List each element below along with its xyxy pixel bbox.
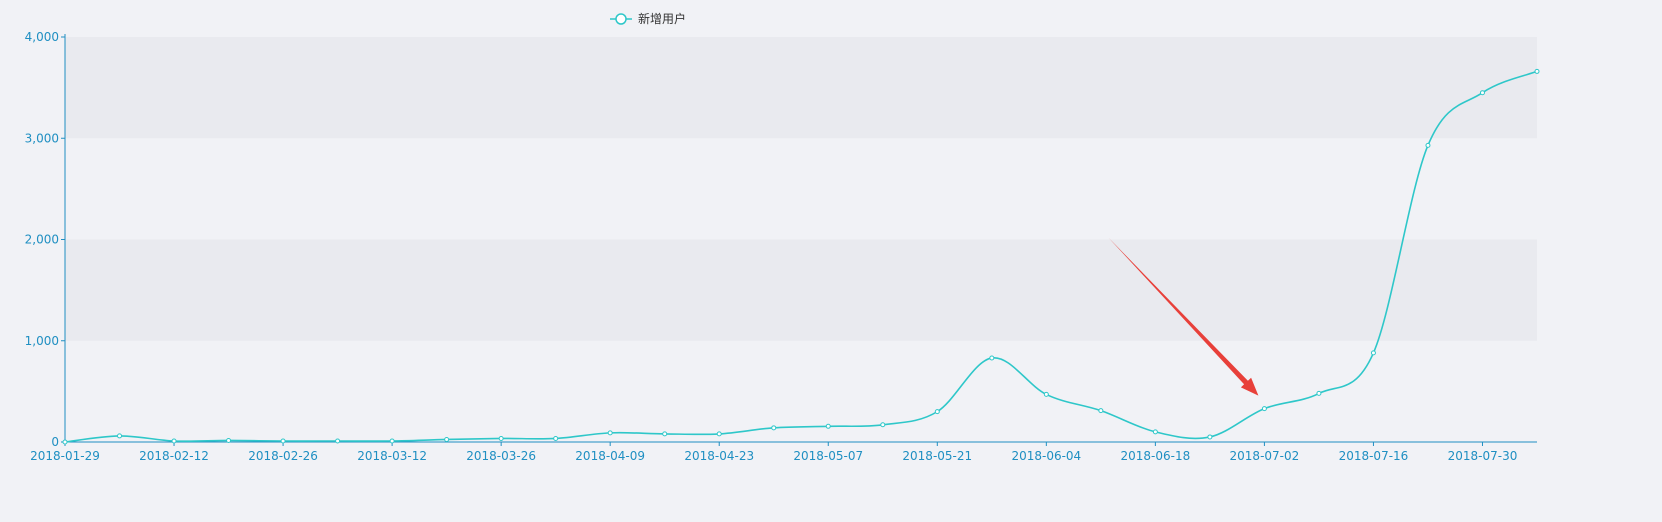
data-point [880,422,886,428]
legend[interactable]: 新增用户 [610,11,686,26]
data-point [1370,350,1376,356]
x-tick-label: 2018-07-30 [1448,449,1518,463]
data-point [989,355,995,361]
data-point [1316,390,1322,396]
y-axis-ticks: 0 1,000 2,000 3,000 4,000 [25,30,65,449]
legend-label: 新增用户 [638,11,686,26]
data-point [498,435,504,441]
x-tick-label: 2018-05-07 [793,449,863,463]
x-tick-label: 2018-03-12 [357,449,427,463]
y-tick-label: 0 [51,435,59,449]
data-point [280,438,286,444]
grid-band [65,138,1537,240]
grid-band [65,239,1537,341]
data-point [1152,429,1158,435]
x-tick-label: 2018-06-04 [1011,449,1081,463]
y-tick-label: 1,000 [25,334,59,348]
data-point [1043,391,1049,397]
data-point [62,439,68,445]
x-axis-ticks: 2018-01-29 2018-02-12 2018-02-26 2018-03-12… [30,442,1517,463]
data-point [825,423,831,429]
grid-band [65,37,1537,139]
x-tick-label: 2018-07-02 [1230,449,1300,463]
data-point [1425,142,1431,148]
y-tick-label: 4,000 [25,30,59,44]
data-point [335,438,341,444]
data-point [771,425,777,431]
data-point [226,437,232,443]
data-point [1534,68,1540,74]
x-tick-label: 2018-06-18 [1120,449,1190,463]
data-point [553,435,559,441]
data-point [444,436,450,442]
x-tick-label: 2018-07-16 [1339,449,1409,463]
data-point [1261,406,1267,412]
x-tick-label: 2018-02-26 [248,449,318,463]
data-point [171,438,177,444]
data-point [716,431,722,437]
x-tick-label: 2018-01-29 [30,449,100,463]
line-chart: 0 1,000 2,000 3,000 4,000 2018-01-29 2018-02-… [0,0,1662,522]
data-point [1207,434,1213,440]
data-point [662,431,668,437]
legend-marker-icon [615,13,627,25]
data-point [934,409,940,415]
data-point [117,433,123,439]
y-tick-label: 2,000 [25,233,59,247]
x-tick-label: 2018-04-23 [684,449,754,463]
data-point [389,438,395,444]
data-point [1479,90,1485,96]
data-point [607,430,613,436]
x-tick-label: 2018-04-09 [575,449,645,463]
y-tick-label: 3,000 [25,131,59,145]
grid-bands [65,37,1537,442]
x-tick-label: 2018-05-21 [902,449,972,463]
x-tick-label: 2018-02-12 [139,449,209,463]
x-tick-label: 2018-03-26 [466,449,536,463]
chart-canvas: 0 1,000 2,000 3,000 4,000 2018-01-29 2018-02-… [25,11,1540,463]
data-point [1098,408,1104,414]
